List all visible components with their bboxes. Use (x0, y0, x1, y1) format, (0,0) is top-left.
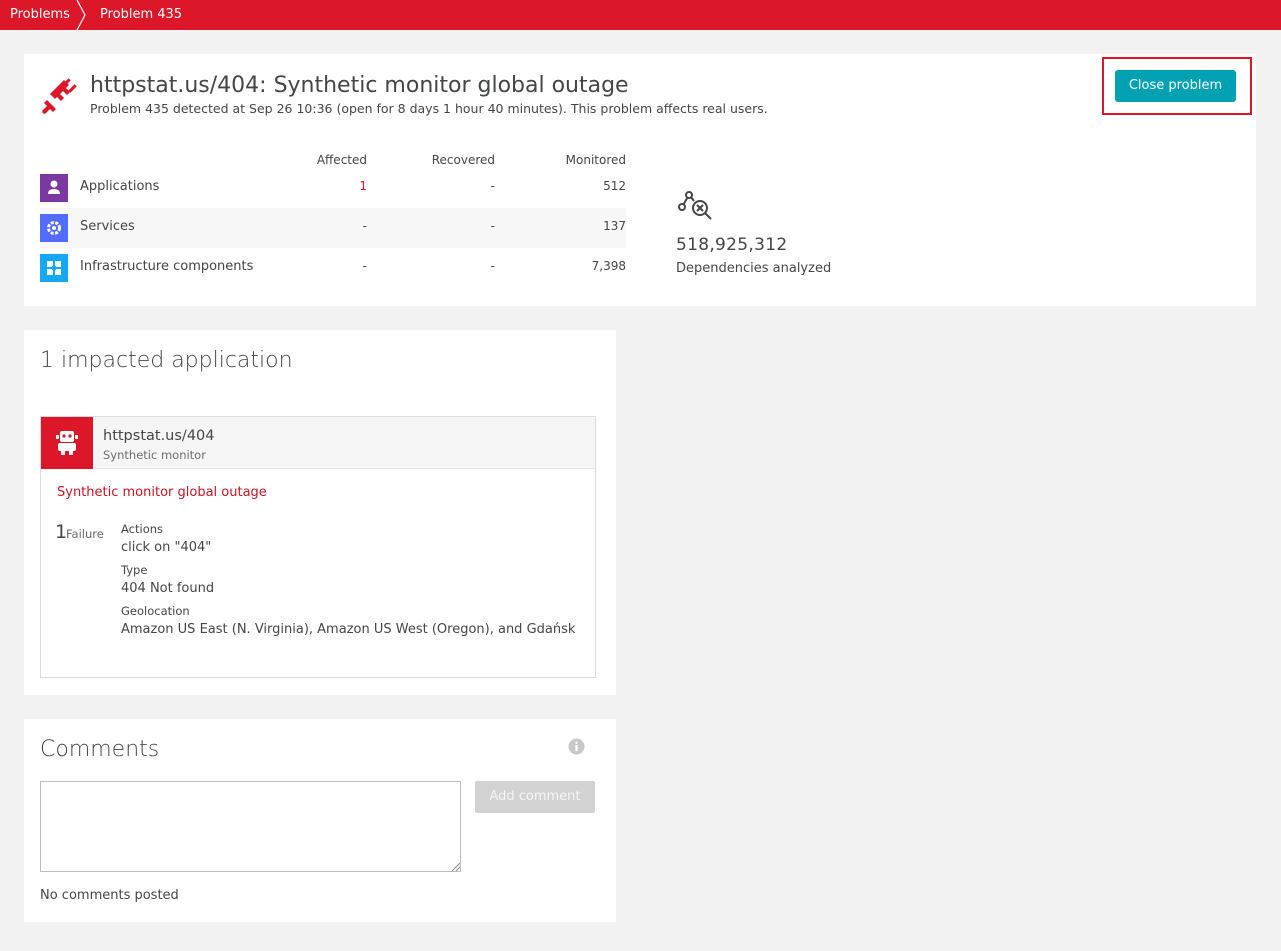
detail-value-actions: click on "404" (121, 540, 212, 555)
dependency-analysis-icon (678, 191, 712, 220)
failure-label: Failure (66, 527, 104, 541)
detail-value-geolocation: Amazon US East (N. Virginia), Amazon US … (121, 622, 576, 637)
problem-title: httpstat.us/404: Synthetic monitor globa… (90, 73, 629, 98)
affected-column-header: Affected (316, 153, 367, 167)
impact-row-infrastructure[interactable]: Infrastructure components - - 7,398 (40, 248, 626, 288)
recovered-count: - (490, 219, 495, 233)
impact-row-label: Services (80, 219, 135, 234)
comments-card: Comments Add comment No comments posted (24, 719, 616, 922)
recovered-column-header: Recovered (431, 153, 495, 167)
recovered-count: - (490, 179, 495, 193)
breadcrumb-problems-link[interactable]: Problems (10, 0, 70, 30)
detail-value-type: 404 Not found (121, 581, 215, 596)
application-type: Synthetic monitor (103, 448, 206, 462)
no-comments-text: No comments posted (40, 888, 179, 903)
dependencies-label: Dependencies analyzed (676, 261, 832, 276)
problem-subtitle: Problem 435 detected at Sep 26 10:36 (op… (90, 101, 768, 116)
impacted-applications-card: 1 impacted application httpstat.us/404 S… (24, 330, 616, 695)
plug-disconnected-icon (42, 78, 77, 114)
detail-key-type: Type (121, 563, 148, 577)
monitored-column-header: Monitored (565, 153, 626, 167)
infrastructure-icon (40, 254, 68, 282)
impacted-applications-title: 1 impacted application (40, 348, 293, 373)
detail-key-actions: Actions (121, 522, 164, 536)
monitored-count: 512 (603, 179, 626, 193)
comment-input[interactable] (40, 781, 461, 872)
application-icon (40, 174, 68, 202)
impacted-application-tile[interactable]: httpstat.us/404 Synthetic monitor Synthe… (40, 416, 596, 678)
impact-row-applications[interactable]: Applications 1 - 512 (40, 168, 626, 208)
breadcrumb-current-problem: Problem 435 (100, 7, 183, 22)
robot-icon (41, 417, 93, 469)
application-tile-header[interactable]: httpstat.us/404 Synthetic monitor (41, 417, 595, 469)
monitored-count: 137 (603, 219, 626, 233)
dependencies-count: 518,925,312 (676, 235, 788, 255)
impact-row-services[interactable]: Services - - 137 (40, 208, 626, 248)
affected-count[interactable]: 1 (307, 179, 367, 193)
application-name[interactable]: httpstat.us/404 (103, 428, 215, 444)
service-icon (40, 214, 68, 242)
monitored-count: 7,398 (591, 259, 626, 273)
info-icon[interactable] (568, 738, 585, 755)
impact-row-label: Applications (80, 179, 160, 194)
recovered-count: - (490, 259, 495, 273)
impact-row-label: Infrastructure components (80, 259, 254, 274)
detail-key-geolocation: Geolocation (121, 604, 190, 618)
affected-count: - (362, 259, 367, 273)
add-comment-button[interactable]: Add comment (475, 781, 595, 813)
affected-count: - (362, 219, 367, 233)
problem-header-card: httpstat.us/404: Synthetic monitor globa… (24, 54, 1256, 306)
breadcrumb-bar: Problems Problem 435 (0, 0, 1281, 30)
resize-handle-icon[interactable] (450, 861, 460, 871)
event-title-link[interactable]: Synthetic monitor global outage (57, 485, 267, 500)
close-problem-button[interactable]: Close problem (1115, 70, 1236, 102)
comments-title: Comments (40, 737, 160, 762)
breadcrumb-chevron-icon (76, 0, 86, 30)
